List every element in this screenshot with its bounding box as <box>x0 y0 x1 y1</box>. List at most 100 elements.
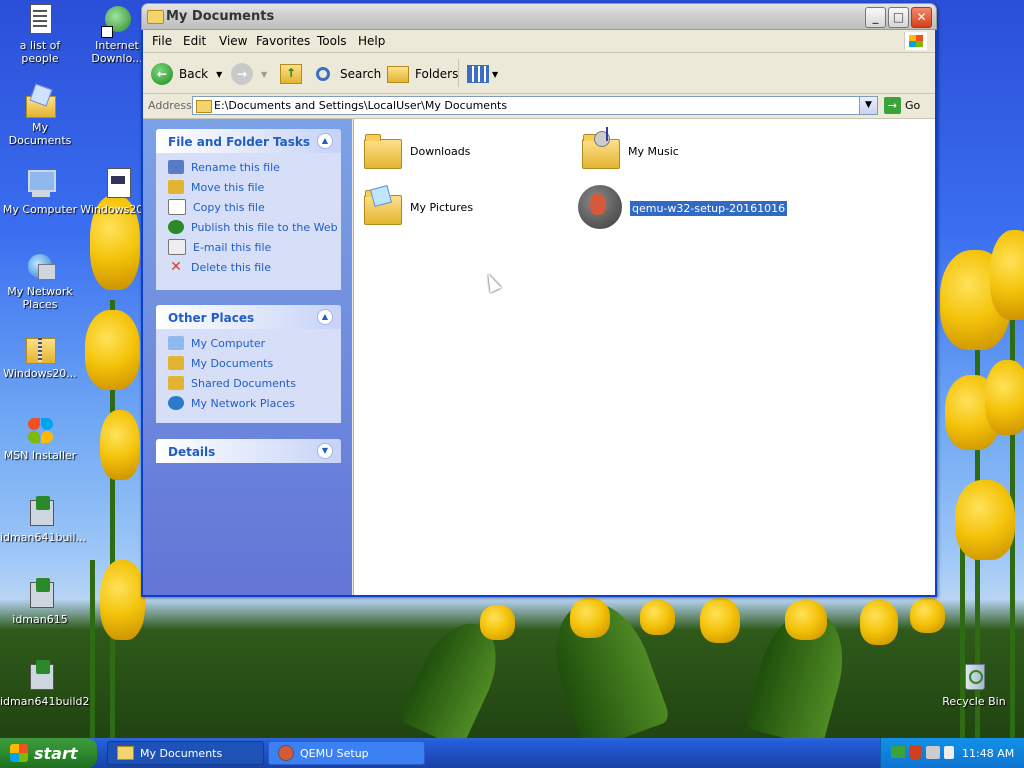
qemu-icon <box>278 745 294 761</box>
address-input[interactable]: E:\Documents and Settings\LocalUser\My D… <box>192 96 878 115</box>
back-button[interactable]: ← Back ▼ <box>151 61 222 87</box>
menu-favorites[interactable]: Favorites <box>256 34 310 48</box>
place-my-computer[interactable]: My Computer <box>156 333 341 353</box>
address-label: Address <box>148 99 192 112</box>
rename-icon <box>168 160 184 174</box>
desktop-icon-idman615[interactable]: idman615 <box>0 578 80 626</box>
desktop-icon-windows-zip[interactable]: Windows20... <box>0 332 80 380</box>
forward-button[interactable]: → ▼ <box>231 61 267 87</box>
qemu-installer-icon <box>576 185 622 231</box>
views-button[interactable]: ▼ <box>467 61 498 87</box>
start-button[interactable]: start <box>0 738 97 768</box>
text-document-icon <box>24 4 56 36</box>
task-copy[interactable]: Copy this file <box>156 197 341 217</box>
folder-icon <box>117 746 134 760</box>
desktop-icon-my-computer[interactable]: My Computer <box>0 168 80 216</box>
mouse-cursor-icon <box>482 271 502 293</box>
desktop-icon-my-documents[interactable]: My Documents <box>0 83 80 147</box>
device-tray-icon[interactable] <box>926 746 940 759</box>
title-bar[interactable]: My Documents _ □ ✕ <box>141 3 937 30</box>
desktop-icon-list-of-people[interactable]: a list of people <box>0 4 80 65</box>
globe-icon <box>168 220 184 234</box>
windows-logo-icon <box>904 32 927 50</box>
my-documents-icon <box>168 356 184 370</box>
up-folder-icon: ↑ <box>280 64 302 84</box>
music-folder-icon <box>580 127 620 171</box>
chevron-down-icon: ▼ <box>492 69 499 79</box>
taskbar-item-my-documents[interactable]: My Documents <box>107 741 264 765</box>
security-tray-icon[interactable] <box>909 745 922 760</box>
go-button[interactable]: → Go <box>884 97 920 114</box>
clock[interactable]: 11:48 AM <box>962 747 1014 760</box>
collapse-icon[interactable]: ▲ <box>317 309 333 325</box>
desktop-icon-idman641build2[interactable]: idman641build2 <box>0 660 90 708</box>
menu-tools[interactable]: Tools <box>317 34 347 48</box>
chevron-down-icon[interactable]: ▼ <box>216 70 222 79</box>
desktop-icon-recycle-bin[interactable]: Recycle Bin <box>934 660 1014 708</box>
recycle-bin-icon <box>958 660 990 692</box>
desktop-icon-my-network-places[interactable]: My Network Places <box>0 250 80 311</box>
my-documents-icon <box>24 83 56 118</box>
task-rename[interactable]: Rename this file <box>156 157 341 177</box>
shared-folder-icon <box>168 376 184 390</box>
file-folder-tasks-header[interactable]: File and Folder Tasks ▲ <box>156 129 341 153</box>
file-item-qemu-setup[interactable]: qemu-w32-setup-20161016 <box>576 185 788 231</box>
network-places-icon <box>168 396 184 410</box>
window-title: My Documents <box>166 9 275 24</box>
maximize-button[interactable]: □ <box>888 7 909 28</box>
file-folder-tasks-panel: File and Folder Tasks ▲ Rename this file… <box>156 129 341 290</box>
other-places-panel: Other Places ▲ My Computer My Documents … <box>156 305 341 423</box>
desktop-icon-idman641build[interactable]: idman641buil... <box>0 496 86 544</box>
menu-edit[interactable]: Edit <box>183 34 206 48</box>
place-my-documents[interactable]: My Documents <box>156 353 341 373</box>
volume-tray-icon[interactable] <box>944 746 954 759</box>
views-icon <box>467 65 489 83</box>
chevron-down-icon[interactable]: ▼ <box>261 70 267 79</box>
place-my-network-places[interactable]: My Network Places <box>156 393 341 413</box>
document-icon <box>101 168 133 200</box>
file-item-downloads[interactable]: Downloads <box>362 131 470 171</box>
close-button[interactable]: ✕ <box>911 7 932 28</box>
taskbar-item-qemu-setup[interactable]: QEMU Setup <box>268 741 425 765</box>
system-tray: 11:48 AM <box>880 738 1024 768</box>
explorer-window[interactable]: My Documents _ □ ✕ File Edit View Favori… <box>141 3 937 597</box>
pictures-folder-icon <box>362 184 402 227</box>
expand-icon[interactable]: ▼ <box>317 443 333 459</box>
place-shared-documents[interactable]: Shared Documents <box>156 373 341 393</box>
minimize-button[interactable]: _ <box>865 7 886 28</box>
back-arrow-icon: ← <box>151 63 173 85</box>
installer-icon <box>24 578 56 610</box>
network-tray-icon[interactable] <box>891 746 905 758</box>
menu-file[interactable]: File <box>152 34 172 48</box>
file-list[interactable]: Downloads My Music My Pictures qemu-w32-… <box>353 119 935 595</box>
desktop-icon-msn-installer[interactable]: MSN Installer <box>0 414 80 462</box>
folder-icon <box>362 131 402 171</box>
address-dropdown[interactable]: ▼ <box>859 97 877 114</box>
collapse-icon[interactable]: ▲ <box>317 133 333 149</box>
file-item-my-pictures[interactable]: My Pictures <box>362 184 473 227</box>
other-places-header[interactable]: Other Places ▲ <box>156 305 341 329</box>
windows-logo-icon <box>10 744 28 762</box>
zip-folder-icon <box>24 332 56 364</box>
task-pane: File and Folder Tasks ▲ Rename this file… <box>143 119 352 595</box>
search-button[interactable]: Search <box>316 61 381 87</box>
task-move[interactable]: Move this file <box>156 177 341 197</box>
details-header[interactable]: Details ▼ <box>156 439 341 463</box>
copy-icon <box>168 199 186 215</box>
email-icon <box>168 239 186 255</box>
up-folder-button[interactable]: ↑ <box>280 61 302 87</box>
installer-icon <box>24 660 56 692</box>
details-panel: Details ▼ <box>156 439 341 463</box>
menu-bar: File Edit View Favorites Tools Help <box>143 30 935 53</box>
my-computer-icon <box>168 336 184 350</box>
file-item-my-music[interactable]: My Music <box>580 127 679 171</box>
folders-button[interactable]: Folders <box>387 61 458 87</box>
task-email[interactable]: E-mail this file <box>156 237 341 257</box>
menu-help[interactable]: Help <box>358 34 385 48</box>
folder-icon <box>147 10 164 24</box>
msn-butterfly-icon <box>24 414 56 446</box>
task-delete[interactable]: ✕ Delete this file <box>156 257 341 277</box>
menu-view[interactable]: View <box>219 34 247 48</box>
task-publish[interactable]: Publish this file to the Web <box>156 217 341 237</box>
folder-icon <box>196 100 212 113</box>
